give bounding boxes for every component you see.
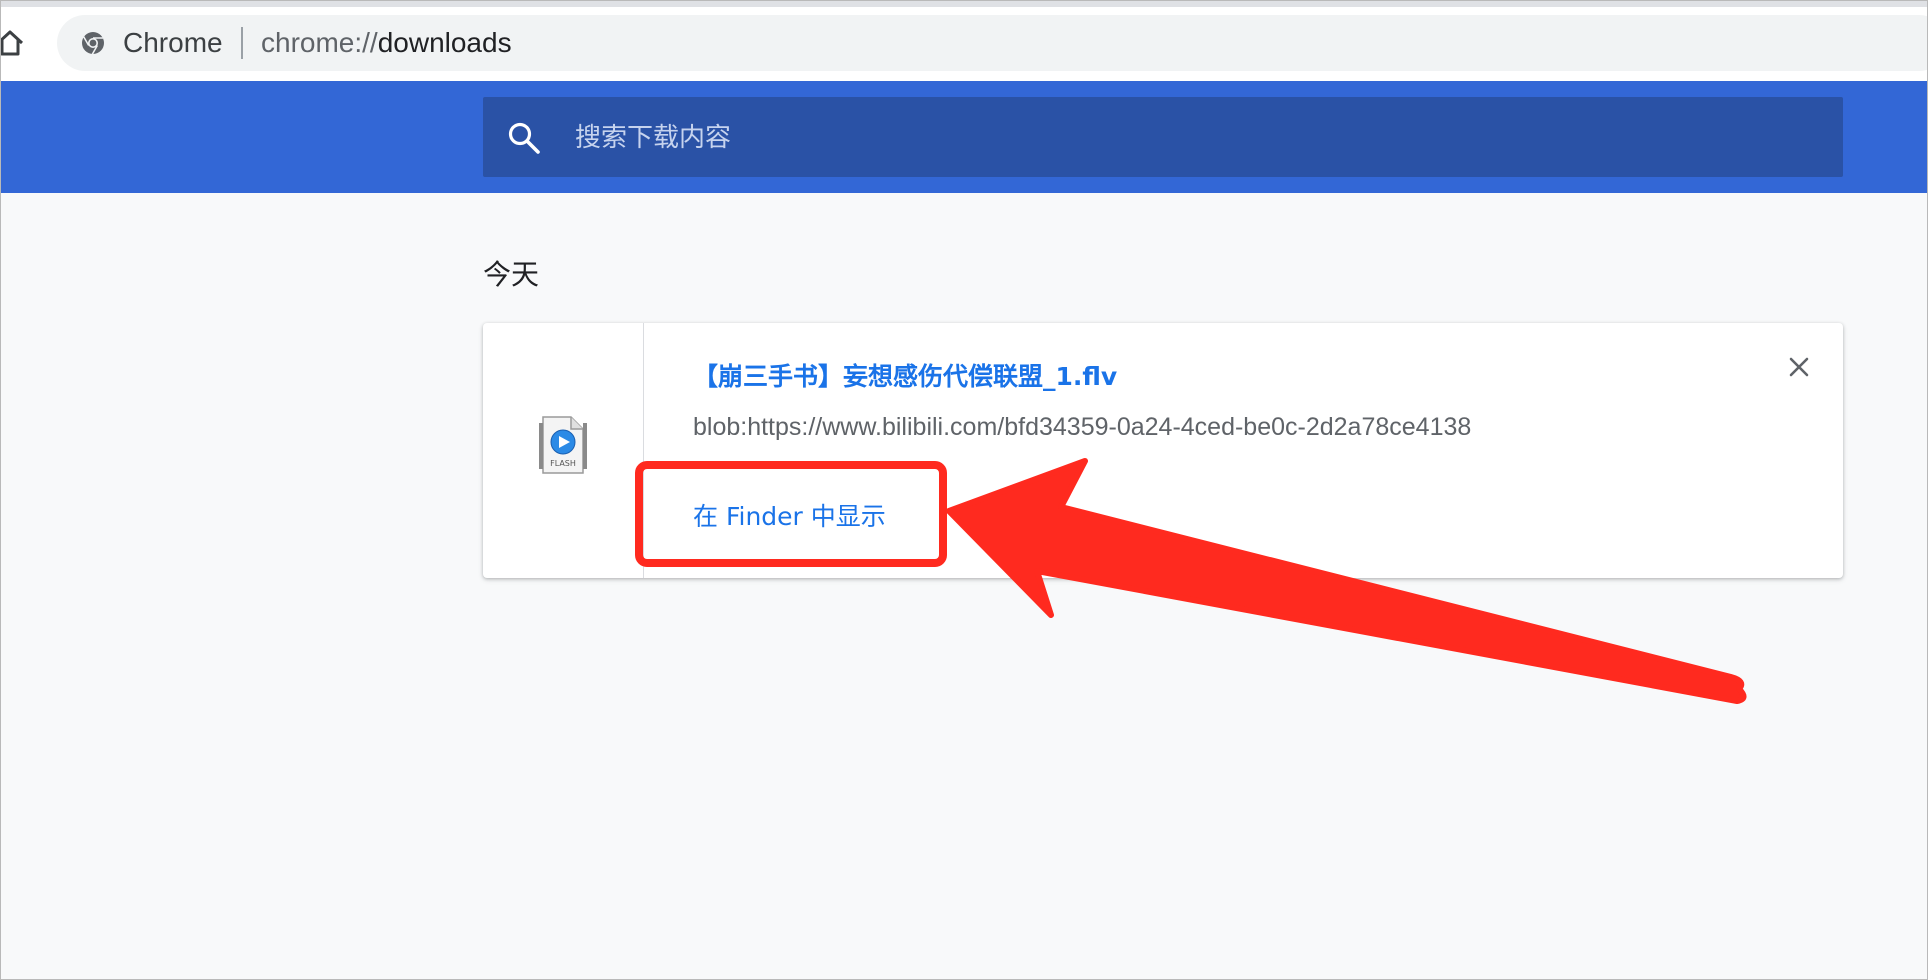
home-icon[interactable] <box>0 28 25 58</box>
tab-strip-edge <box>1 1 1927 7</box>
annotation-highlight-box <box>635 461 947 567</box>
url-scheme: chrome:// <box>261 27 378 58</box>
source-url: blob:https://www.bilibili.com/bfd34359-0… <box>693 413 1472 441</box>
omnibox-divider <box>241 27 243 59</box>
browser-window: Chrome chrome://downloads 今天 <box>0 0 1928 980</box>
search-input[interactable] <box>573 97 1817 179</box>
search-icon[interactable] <box>507 121 541 155</box>
url-path: downloads <box>377 27 512 58</box>
chrome-icon <box>82 32 104 55</box>
url-text[interactable]: chrome://downloads <box>261 28 512 58</box>
file-name-link[interactable]: 【崩三手书】妄想感伤代偿联盟_1.flv <box>693 357 1117 393</box>
search-box[interactable] <box>483 97 1843 179</box>
address-bar[interactable]: Chrome chrome://downloads <box>57 15 1927 71</box>
close-icon[interactable] <box>1783 351 1815 383</box>
file-icon-column: FLASH <box>483 323 644 578</box>
flash-video-file-icon: FLASH <box>539 416 587 474</box>
site-chip-label: Chrome <box>123 27 223 58</box>
file-type-label: FLASH <box>550 459 576 468</box>
downloads-header <box>1 81 1927 193</box>
browser-toolbar: Chrome chrome://downloads <box>0 1 1927 81</box>
date-section-label: 今天 <box>483 258 540 291</box>
